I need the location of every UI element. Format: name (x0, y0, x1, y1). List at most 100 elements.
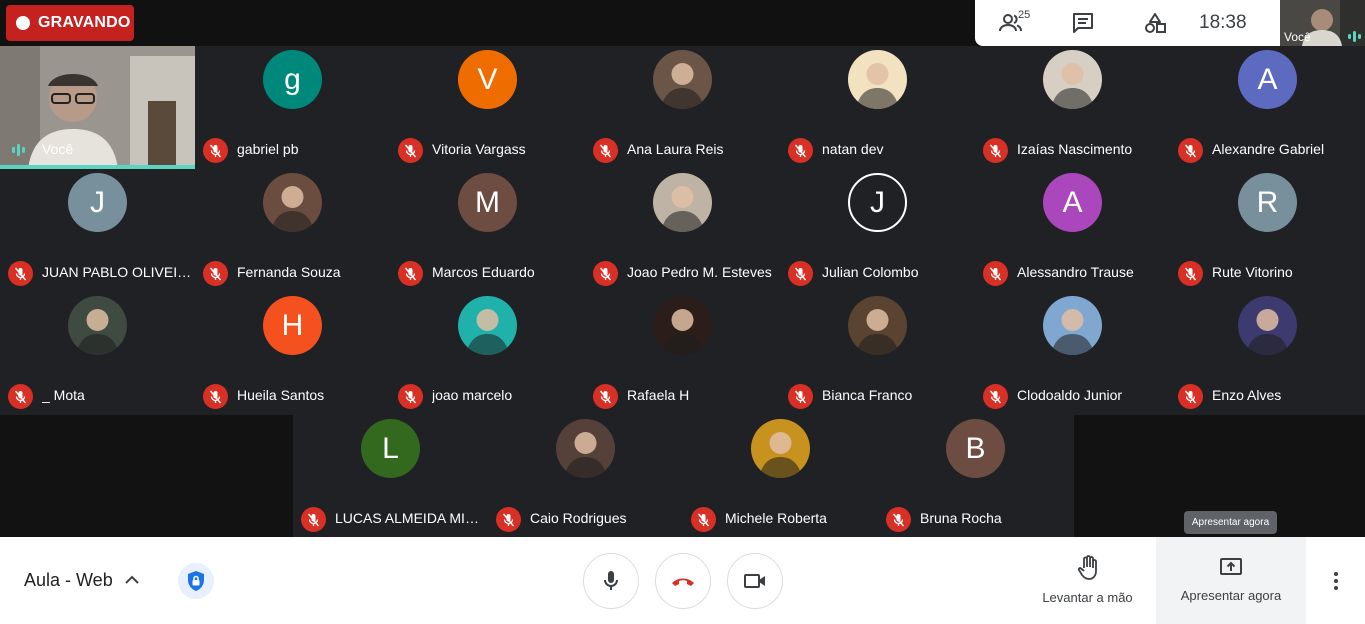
mic-off-icon (593, 384, 618, 409)
mic-off-icon (203, 384, 228, 409)
participant-tile[interactable]: Fernanda Souza (195, 169, 390, 291)
participant-name: Bruna Rocha (920, 510, 1002, 526)
meet-window: GRAVANDO 25 18:38 Você Você g gabriel pb… (0, 0, 1365, 624)
participant-tile[interactable]: M Marcos Eduardo (390, 169, 585, 291)
mic-off-icon (398, 261, 423, 286)
security-button[interactable] (178, 563, 214, 599)
participant-tile[interactable]: g gabriel pb (195, 46, 390, 168)
participant-tile[interactable]: A Alexandre Gabriel (1170, 46, 1365, 168)
participant-name: Rute Vitorino (1212, 264, 1293, 280)
participant-tile[interactable]: R Rute Vitorino (1170, 169, 1365, 291)
participant-tile[interactable]: Ana Laura Reis (585, 46, 780, 168)
avatar-initial: g (284, 62, 301, 96)
participant-name: gabriel pb (237, 141, 299, 157)
participant-avatar (653, 50, 712, 109)
present-screen-icon (1220, 558, 1242, 575)
chat-icon (1073, 13, 1093, 33)
mic-off-icon (203, 261, 228, 286)
mic-off-icon (691, 507, 716, 532)
participant-tile[interactable]: H Hueila Santos (195, 292, 390, 414)
participant-avatar: A (1238, 50, 1297, 109)
participant-avatar: B (946, 419, 1005, 478)
avatar-initial: M (475, 185, 500, 219)
participant-tile[interactable]: A Alessandro Trause (975, 169, 1170, 291)
avatar-initial: J (90, 185, 105, 219)
leave-call-button[interactable] (655, 553, 711, 609)
avatar-initial: L (382, 431, 399, 465)
more-vert-icon (1334, 572, 1338, 576)
participant-name: Rafaela H (627, 387, 690, 403)
avatar-initial: R (1256, 185, 1279, 219)
participant-tile[interactable]: Michele Roberta (683, 415, 878, 537)
participant-tile[interactable]: L LUCAS ALMEIDA MIOLA (293, 415, 488, 537)
participant-avatar (848, 296, 907, 355)
more-options-button[interactable] (1325, 567, 1347, 595)
participant-avatar: V (458, 50, 517, 109)
participant-tile[interactable]: Caio Rodrigues (488, 415, 683, 537)
present-now-label: Apresentar agora (1180, 588, 1282, 603)
avatar-initial: A (1257, 62, 1278, 96)
participant-tile[interactable]: Clodoaldo Junior (975, 292, 1170, 414)
mic-off-icon (983, 261, 1008, 286)
participant-name: Alessandro Trause (1017, 264, 1134, 280)
avatar-initial: V (477, 62, 498, 96)
participant-grid: g gabriel pb V Vitoria Vargass Ana Laura Rei… (0, 46, 1365, 415)
mic-off-icon (983, 138, 1008, 163)
mic-off-icon (788, 384, 813, 409)
participant-avatar: R (1238, 173, 1297, 232)
participant-tile[interactable]: Bianca Franco (780, 292, 975, 414)
mic-off-icon (788, 261, 813, 286)
participant-tile[interactable]: V Vitoria Vargass (390, 46, 585, 168)
clock: 18:38 (1199, 12, 1247, 33)
participant-tile[interactable]: Joao Pedro M. Esteves (585, 169, 780, 291)
participant-name: Ana Laura Reis (627, 141, 724, 157)
participant-avatar: J (68, 173, 127, 232)
avatar-initial: A (1062, 185, 1083, 219)
participant-tile[interactable]: natan dev (780, 46, 975, 168)
participant-tile[interactable]: _ Mota (0, 292, 195, 414)
microphone-button[interactable] (583, 553, 639, 609)
participant-avatar (263, 173, 322, 232)
participant-tile[interactable]: J Julian Colombo (780, 169, 975, 291)
chevron-up-icon[interactable] (124, 573, 140, 585)
self-preview-label: Você (1284, 30, 1311, 44)
participant-tile[interactable]: B Bruna Rocha (878, 415, 1073, 537)
activities-button[interactable] (1119, 0, 1191, 46)
participant-name: JUAN PABLO OLIVEIRA (42, 264, 192, 280)
participant-tile[interactable]: Rafaela H (585, 292, 780, 414)
mic-off-icon (1178, 261, 1203, 286)
camera-button[interactable] (727, 553, 783, 609)
participant-name: Joao Pedro M. Esteves (627, 264, 772, 280)
avatar-initial: B (965, 431, 986, 465)
top-bar: GRAVANDO 25 18:38 Você (0, 0, 1365, 46)
participant-name: Fernanda Souza (237, 264, 341, 280)
mic-off-icon (983, 384, 1008, 409)
participant-tile[interactable]: Enzo Alves (1170, 292, 1365, 414)
raise-hand-button[interactable]: Levantar a mão (1030, 555, 1145, 605)
mic-off-icon (301, 507, 326, 532)
participant-avatar (1043, 296, 1102, 355)
recording-label: GRAVANDO (38, 14, 131, 31)
participant-avatar: H (263, 296, 322, 355)
participant-name: Bianca Franco (822, 387, 913, 403)
mic-off-icon (886, 507, 911, 532)
meeting-title[interactable]: Aula - Web (24, 570, 113, 591)
participant-avatar: M (458, 173, 517, 232)
mic-off-icon (593, 261, 618, 286)
participant-avatar: g (263, 50, 322, 109)
self-preview-mini[interactable]: Você (1280, 0, 1365, 46)
mic-off-icon (1178, 384, 1203, 409)
present-now-button[interactable]: Apresentar agora (1156, 537, 1306, 624)
chat-button[interactable] (1047, 0, 1119, 46)
participant-name: Caio Rodrigues (530, 510, 627, 526)
participant-name: Alexandre Gabriel (1212, 141, 1325, 157)
avatar-initial: H (281, 308, 304, 342)
participant-tile[interactable]: Izaías Nascimento (975, 46, 1170, 168)
top-toolbox: 25 18:38 (975, 0, 1280, 46)
mic-off-icon (496, 507, 521, 532)
video-camera-icon (744, 574, 765, 588)
participants-button[interactable]: 25 (975, 0, 1047, 46)
participant-tile[interactable]: J JUAN PABLO OLIVEIRA (0, 169, 195, 291)
participant-tile[interactable]: joao marcelo (390, 292, 585, 414)
present-tooltip: Apresentar agora (1184, 511, 1277, 534)
